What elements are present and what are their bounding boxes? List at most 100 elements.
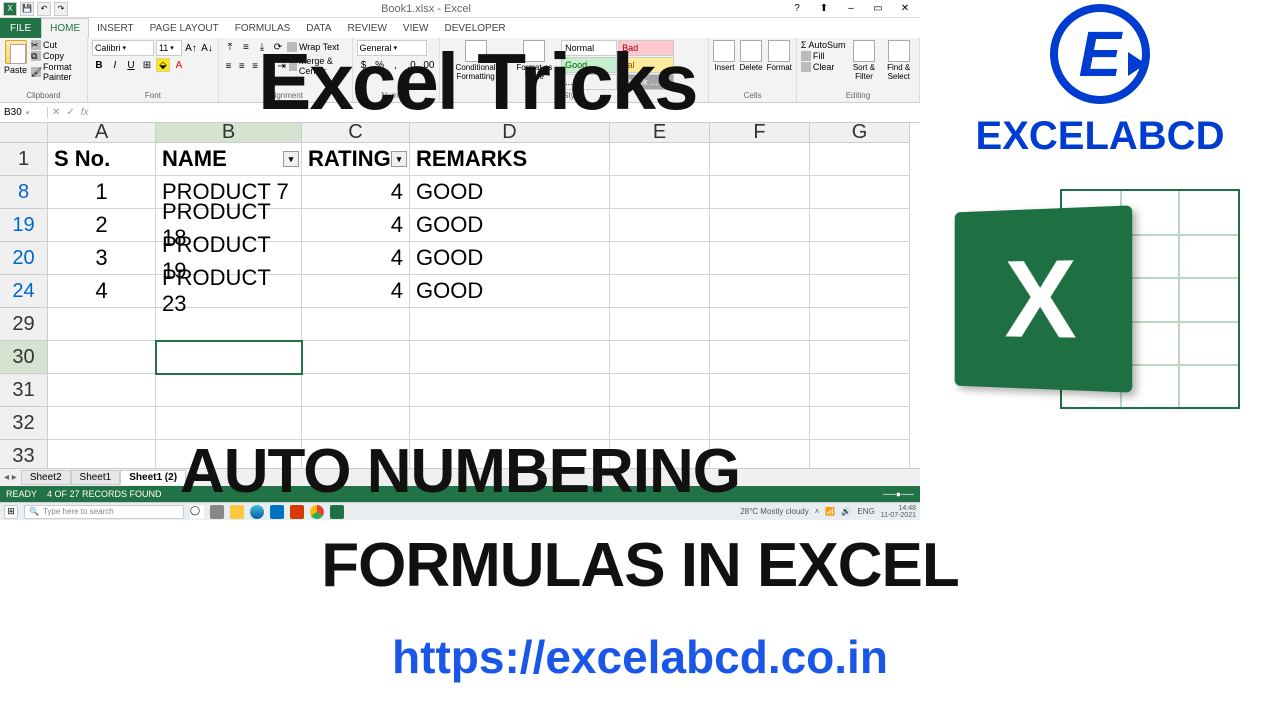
cell[interactable]	[410, 374, 610, 407]
qa-save-icon[interactable]: 💾	[20, 2, 34, 16]
shrink-font-button[interactable]: A↓	[200, 41, 214, 55]
cell[interactable]: RATING▾	[302, 143, 410, 176]
col-header-g[interactable]: G	[810, 123, 910, 143]
delete-cells-button[interactable]: Delete	[739, 40, 762, 72]
cell[interactable]: 4	[302, 242, 410, 275]
row-header[interactable]: 20	[0, 242, 48, 275]
cell[interactable]	[810, 176, 910, 209]
row-header[interactable]: 8	[0, 176, 48, 209]
cut-button[interactable]: ✂Cut	[31, 40, 83, 50]
cell[interactable]	[610, 176, 710, 209]
row-header[interactable]: 30	[0, 341, 48, 374]
tab-formulas[interactable]: FORMULAS	[227, 18, 299, 38]
cell[interactable]: 4	[302, 176, 410, 209]
cell[interactable]	[610, 275, 710, 308]
bold-button[interactable]: B	[92, 58, 106, 72]
cell[interactable]	[810, 374, 910, 407]
cell[interactable]	[610, 143, 710, 176]
excel-icon[interactable]: X	[3, 2, 17, 16]
autosum-button[interactable]: ΣAutoSum	[801, 40, 846, 50]
cell[interactable]	[410, 308, 610, 341]
volume-icon[interactable]: 🔊	[841, 507, 851, 516]
col-header-f[interactable]: F	[710, 123, 810, 143]
select-all-corner[interactable]	[0, 123, 48, 143]
cell[interactable]	[710, 242, 810, 275]
filter-dropdown-icon[interactable]: ▾	[391, 151, 407, 167]
minimize-button[interactable]: –	[838, 1, 864, 17]
lang-indicator[interactable]: ENG	[857, 507, 874, 516]
tab-page-layout[interactable]: PAGE LAYOUT	[142, 18, 227, 38]
cell[interactable]	[810, 143, 910, 176]
fx-button[interactable]: fx	[81, 107, 89, 118]
paste-button[interactable]: Paste	[4, 40, 27, 75]
cell[interactable]	[810, 275, 910, 308]
cell[interactable]	[710, 176, 810, 209]
cell[interactable]	[302, 374, 410, 407]
cell[interactable]	[302, 341, 410, 374]
cell[interactable]	[410, 341, 610, 374]
maximize-button[interactable]: ▭	[865, 1, 891, 17]
copy-button[interactable]: ⧉Copy	[31, 51, 83, 61]
cell[interactable]: GOOD	[410, 275, 610, 308]
enter-fx-button[interactable]: ✓	[66, 107, 74, 118]
format-painter-button[interactable]: 🖌Format Painter	[31, 62, 83, 82]
font-size-select[interactable]: 11▾	[156, 40, 182, 56]
col-header-a[interactable]: A	[48, 123, 156, 143]
cell[interactable]: GOOD	[410, 242, 610, 275]
align-left-button[interactable]: ≡	[223, 59, 234, 73]
cell[interactable]: PRODUCT 23	[156, 275, 302, 308]
close-button[interactable]: ✕	[892, 1, 918, 17]
cell[interactable]	[710, 275, 810, 308]
tab-view[interactable]: VIEW	[395, 18, 437, 38]
row-header[interactable]: 1	[0, 143, 48, 176]
tab-developer[interactable]: DEVELOPER	[436, 18, 513, 38]
cell[interactable]	[710, 308, 810, 341]
cell[interactable]	[610, 209, 710, 242]
tab-insert[interactable]: INSERT	[89, 18, 142, 38]
cancel-fx-button[interactable]: ✕	[52, 107, 60, 118]
cell[interactable]	[156, 308, 302, 341]
cell[interactable]: 2	[48, 209, 156, 242]
align-top-button[interactable]: ⤒	[223, 40, 237, 54]
ribbon-collapse-button[interactable]: ⬆	[811, 1, 837, 17]
tab-file[interactable]: FILE	[0, 18, 41, 38]
cell[interactable]	[810, 341, 910, 374]
weather-widget[interactable]: 28°C Mostly cloudy	[740, 507, 809, 516]
cell[interactable]	[156, 374, 302, 407]
cell[interactable]	[710, 341, 810, 374]
cell[interactable]: 4	[302, 275, 410, 308]
cell[interactable]	[810, 308, 910, 341]
cell[interactable]	[610, 374, 710, 407]
active-cell[interactable]	[156, 341, 302, 374]
tab-review[interactable]: REVIEW	[339, 18, 394, 38]
cell[interactable]: 3	[48, 242, 156, 275]
cell[interactable]: S No.	[48, 143, 156, 176]
row-header[interactable]: 31	[0, 374, 48, 407]
wifi-icon[interactable]: 📶	[825, 507, 835, 516]
underline-button[interactable]: U	[124, 58, 138, 72]
cell[interactable]: 4	[302, 209, 410, 242]
align-center-button[interactable]: ≡	[236, 59, 247, 73]
cell[interactable]	[810, 242, 910, 275]
row-header[interactable]: 29	[0, 308, 48, 341]
cell[interactable]: GOOD	[410, 209, 610, 242]
cell[interactable]	[610, 341, 710, 374]
cell[interactable]	[48, 308, 156, 341]
cell[interactable]	[710, 209, 810, 242]
cell[interactable]: 4	[48, 275, 156, 308]
tab-home[interactable]: HOME	[41, 18, 89, 38]
find-select-button[interactable]: Find & Select	[882, 40, 915, 81]
sort-filter-button[interactable]: Sort & Filter	[850, 40, 879, 81]
font-color-button[interactable]: A	[172, 58, 186, 72]
italic-button[interactable]: I	[108, 58, 122, 72]
cell[interactable]	[48, 341, 156, 374]
qa-undo-icon[interactable]: ↶	[37, 2, 51, 16]
tray-chevron-icon[interactable]: ˄	[815, 507, 820, 516]
tab-data[interactable]: DATA	[298, 18, 339, 38]
cell[interactable]: 1	[48, 176, 156, 209]
grow-font-button[interactable]: A↑	[184, 41, 198, 55]
align-middle-button[interactable]: ≡	[239, 40, 253, 54]
format-cells-button[interactable]: Format	[767, 40, 792, 72]
border-button[interactable]: ⊞	[140, 58, 154, 72]
cell[interactable]	[610, 308, 710, 341]
